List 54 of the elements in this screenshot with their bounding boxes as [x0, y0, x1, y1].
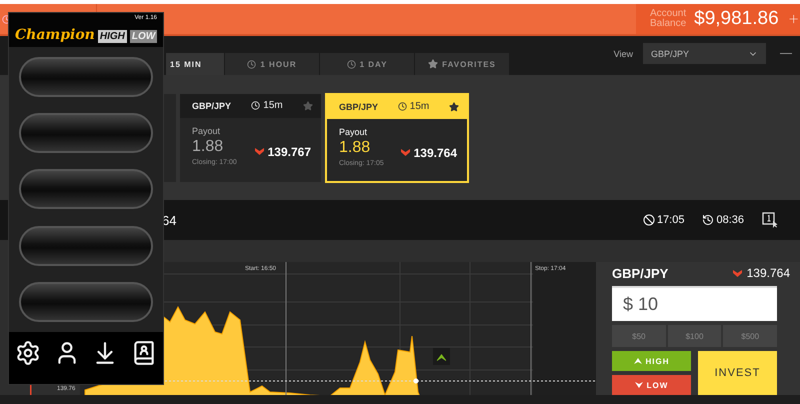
pill-button[interactable] — [19, 226, 153, 266]
period-tab[interactable]: FAVORITES — [415, 53, 510, 75]
down-arrow-icon — [634, 382, 643, 388]
duration-label: 15m — [263, 100, 283, 111]
up-arrow-icon — [634, 358, 642, 364]
view-dropdown[interactable]: GBP/JPY — [643, 43, 766, 64]
current-price-dot — [414, 378, 418, 384]
payout-label: Payout — [339, 126, 368, 136]
payout-label: Payout — [192, 126, 222, 136]
logo-low-text: LOW — [130, 30, 158, 43]
star-icon[interactable] — [303, 100, 313, 110]
preset-amount-button[interactable]: $500 — [723, 325, 778, 347]
clock-icon — [251, 101, 260, 110]
settings-icon[interactable] — [15, 340, 42, 366]
view-label: View — [614, 48, 633, 58]
pair-name: GBP/JPY — [612, 266, 668, 281]
down-arrow-icon — [400, 149, 410, 156]
pair-name: GBP/JPY — [339, 102, 378, 112]
period-tab[interactable]: 1 DAY — [320, 53, 415, 75]
pill-button[interactable] — [19, 282, 153, 322]
invest-button[interactable]: INVEST — [698, 351, 777, 395]
payout-value: 1.88 — [192, 138, 224, 156]
pill-button[interactable] — [19, 113, 153, 154]
pill-button[interactable] — [19, 169, 153, 210]
no-entry-icon — [642, 214, 655, 226]
clock-icon — [398, 102, 407, 111]
rate-value: 139.764 — [414, 146, 457, 160]
star-icon — [428, 59, 438, 69]
down-arrow-icon — [732, 270, 742, 277]
payout-value: 1.88 — [339, 138, 372, 156]
history-icon — [702, 214, 714, 226]
period-tab[interactable]: 15 MIN — [166, 53, 225, 75]
amount-field[interactable]: $ 10 — [612, 286, 777, 321]
pair-name: GBP/JPY — [192, 100, 232, 110]
brand-name: Champion — [15, 27, 95, 43]
preset-amount-button[interactable]: $100 — [668, 325, 722, 347]
period-tab[interactable]: 1 HOUR — [225, 53, 320, 75]
rate-value: 139.767 — [268, 144, 311, 158]
down-arrow-icon — [254, 148, 264, 155]
window-count-icon[interactable] — [762, 212, 778, 228]
pill-button[interactable] — [19, 57, 153, 98]
logo-high-text: HIGH — [98, 30, 127, 43]
clock-icon — [247, 60, 256, 68]
duration-label: 15m — [410, 101, 430, 112]
rate-value: 139.764 — [746, 266, 790, 280]
expiry-time: 17:05 — [656, 214, 684, 226]
high-button[interactable]: HIGH — [612, 351, 691, 371]
balance-label: Account Balance — [650, 9, 686, 29]
balance-amount: $9,981.86 — [694, 8, 779, 30]
remaining-time: 08:36 — [716, 214, 744, 226]
low-button[interactable]: LOW — [612, 375, 691, 395]
preset-amount-button[interactable]: $50 — [612, 325, 666, 347]
star-icon[interactable] — [449, 102, 459, 112]
clock-icon — [346, 60, 356, 68]
